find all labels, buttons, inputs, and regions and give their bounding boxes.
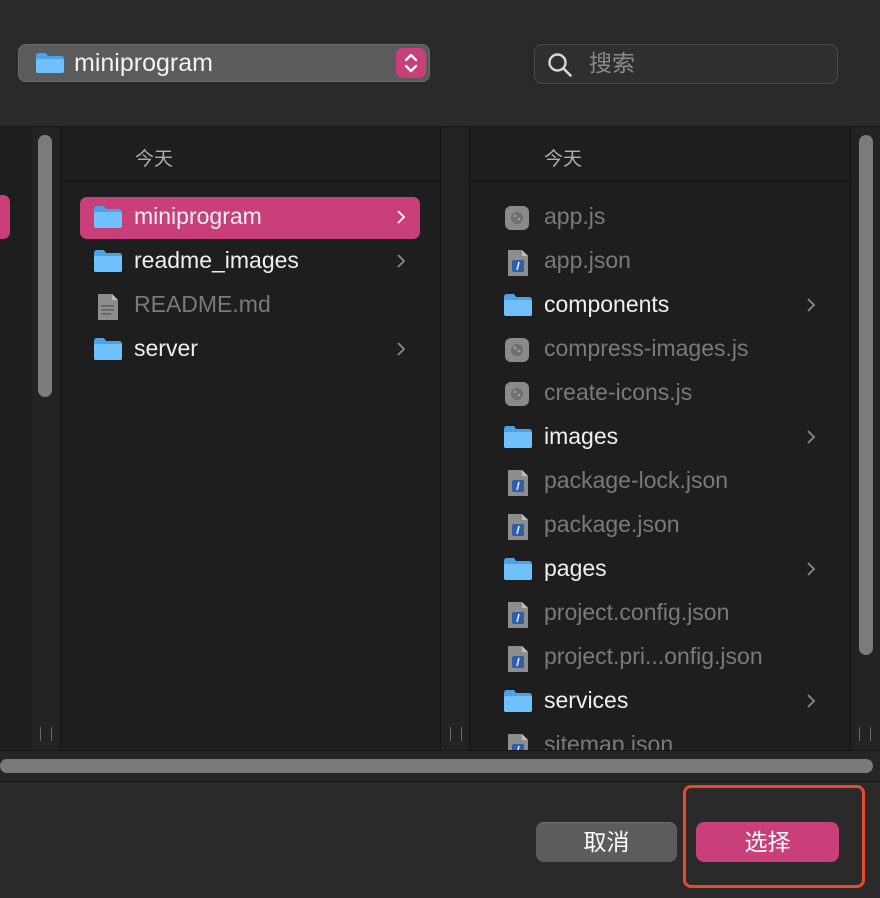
list-item-pages[interactable]: pages [490, 549, 830, 591]
list-item-server[interactable]: server [80, 329, 420, 371]
item-name: miniprogram [134, 203, 262, 229]
chevron-right-icon [807, 562, 816, 576]
column-1-header: 今天 [61, 127, 440, 182]
item-name: README.md [134, 291, 271, 317]
list-item-sitemap-json[interactable]: sitemap.json [490, 725, 830, 750]
chevron-right-icon [807, 694, 816, 708]
cancel-button[interactable]: 取消 [536, 822, 677, 862]
search-field[interactable] [534, 44, 838, 84]
search-icon [548, 53, 572, 77]
item-name: compress-images.js [544, 335, 749, 361]
column-resize-handle[interactable] [40, 727, 52, 741]
toolbar: miniprogram [0, 0, 880, 127]
list-item-create-icons-js[interactable]: create-icons.js [490, 373, 830, 415]
list-item-package-lock-json[interactable]: package-lock.json [490, 461, 830, 503]
path-popup-label: miniprogram [74, 49, 213, 77]
search-input[interactable] [587, 49, 821, 79]
item-name: pages [544, 555, 607, 581]
list-item-services[interactable]: services [490, 681, 830, 723]
list-item-package-json[interactable]: package.json [490, 505, 830, 547]
scroll-thumb[interactable] [859, 135, 873, 655]
item-name: app.js [544, 203, 606, 229]
chevron-right-icon [807, 430, 816, 444]
popup-stepper[interactable] [396, 48, 426, 78]
js-file-icon [505, 382, 529, 406]
js-file-icon [505, 206, 529, 230]
item-name: project.pri...onfig.json [544, 643, 763, 669]
scrollbar-col-0[interactable] [32, 127, 60, 750]
chevron-right-icon [397, 210, 406, 224]
scrollbar-col-1[interactable] [441, 127, 469, 750]
scrollbar-col-2[interactable] [851, 127, 880, 750]
json-file-icon [508, 514, 528, 540]
folder-icon [504, 426, 532, 448]
column-resize-handle[interactable] [450, 727, 462, 741]
list-item-readme-images[interactable]: readme_images [80, 241, 420, 283]
folder-icon [94, 338, 122, 360]
item-name: server [134, 335, 198, 361]
folder-icon [36, 53, 64, 73]
text-document-icon [98, 294, 118, 320]
folder-icon [504, 558, 532, 580]
path-popup-button[interactable]: miniprogram [18, 44, 430, 82]
item-name: services [544, 687, 629, 713]
js-file-icon [505, 338, 529, 362]
chevron-right-icon [807, 298, 816, 312]
annotation-highlight [683, 785, 865, 888]
item-name: sitemap.json [544, 731, 674, 750]
folder-icon [94, 250, 122, 272]
column-2-header: 今天 [470, 127, 850, 182]
item-name: package-lock.json [544, 467, 729, 493]
list-item-compress-images-js[interactable]: compress-images.js [490, 329, 830, 371]
column-2-date-label: 今天 [544, 148, 583, 170]
json-file-icon [508, 646, 528, 672]
item-name: create-icons.js [544, 379, 693, 405]
item-name: components [544, 291, 670, 317]
chevron-up-down-icon [404, 53, 418, 73]
parent-selected-row[interactable] [0, 195, 10, 239]
horizontal-scrollbar[interactable] [0, 750, 880, 782]
list-item-images[interactable]: images [490, 417, 830, 459]
scroll-thumb[interactable] [0, 759, 873, 773]
list-item-components[interactable]: components [490, 285, 830, 327]
folder-icon [504, 690, 532, 712]
list-item-readme-md[interactable]: README.md [80, 285, 420, 327]
chevron-right-icon [397, 342, 406, 356]
item-name: package.json [544, 511, 680, 537]
list-item-miniprogram[interactable]: miniprogram [80, 197, 420, 239]
item-name: project.config.json [544, 599, 730, 625]
folder-icon [94, 206, 122, 228]
column-resize-handle[interactable] [859, 727, 871, 741]
scroll-thumb[interactable] [38, 135, 52, 397]
json-file-icon [508, 250, 528, 276]
list-item-app-js[interactable]: app.js [490, 197, 830, 239]
json-file-icon [508, 602, 528, 628]
chevron-right-icon [397, 254, 406, 268]
column-1-date-label: 今天 [135, 148, 174, 170]
list-item-project-pri-onfig-json[interactable]: project.pri...onfig.json [490, 637, 830, 679]
json-file-icon [508, 470, 528, 496]
item-name: app.json [544, 247, 631, 273]
list-item-project-config-json[interactable]: project.config.json [490, 593, 830, 635]
json-file-icon [508, 734, 528, 750]
folder-icon [504, 294, 532, 316]
item-name: readme_images [134, 247, 299, 273]
item-name: images [544, 423, 619, 449]
list-item-app-json[interactable]: app.json [490, 241, 830, 283]
column-browser: 今天 miniprogram readme_images README.md s… [0, 127, 880, 750]
